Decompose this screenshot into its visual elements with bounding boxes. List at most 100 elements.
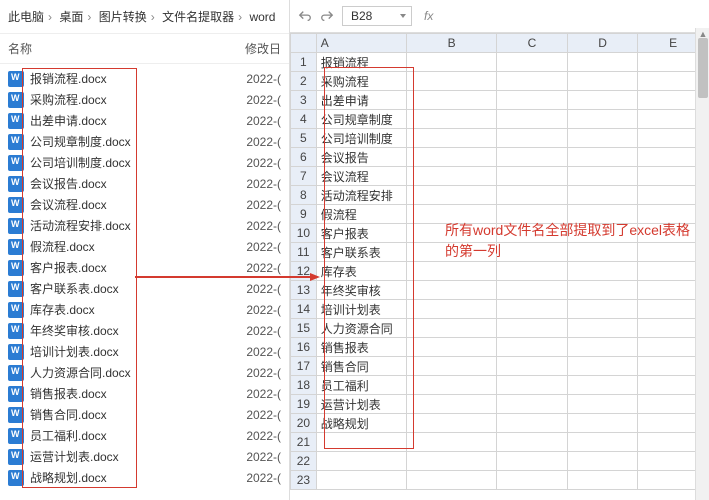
breadcrumb-item[interactable]: 文件名提取器 bbox=[162, 10, 234, 24]
cell[interactable] bbox=[407, 395, 497, 414]
cell[interactable]: 库存表 bbox=[316, 262, 406, 281]
cell[interactable] bbox=[497, 129, 568, 148]
cell[interactable] bbox=[407, 167, 497, 186]
cell[interactable] bbox=[407, 414, 497, 433]
row-header[interactable]: 3 bbox=[291, 91, 317, 110]
file-row[interactable]: 采购流程.docx2022-( bbox=[0, 89, 289, 110]
cell[interactable] bbox=[407, 224, 497, 243]
cell[interactable] bbox=[567, 91, 638, 110]
cell[interactable] bbox=[407, 53, 497, 72]
row-header[interactable]: 14 bbox=[291, 300, 317, 319]
cell[interactable] bbox=[567, 300, 638, 319]
cell[interactable] bbox=[497, 186, 568, 205]
row-header[interactable]: 8 bbox=[291, 186, 317, 205]
cell[interactable] bbox=[567, 205, 638, 224]
file-row[interactable]: 客户联系表.docx2022-( bbox=[0, 278, 289, 299]
cell[interactable] bbox=[497, 281, 568, 300]
header-name[interactable]: 名称 bbox=[8, 40, 241, 57]
row-header[interactable]: 9 bbox=[291, 205, 317, 224]
cell[interactable] bbox=[407, 262, 497, 281]
cell[interactable] bbox=[497, 376, 568, 395]
cell[interactable]: 客户报表 bbox=[316, 224, 406, 243]
cell[interactable]: 出差申请 bbox=[316, 91, 406, 110]
cell[interactable] bbox=[497, 414, 568, 433]
cell[interactable] bbox=[567, 72, 638, 91]
cell[interactable] bbox=[567, 452, 638, 471]
cell[interactable] bbox=[497, 433, 568, 452]
cell[interactable] bbox=[497, 300, 568, 319]
file-row[interactable]: 出差申请.docx2022-( bbox=[0, 110, 289, 131]
cell[interactable]: 采购流程 bbox=[316, 72, 406, 91]
cell[interactable] bbox=[567, 357, 638, 376]
file-row[interactable]: 客户报表.docx2022-( bbox=[0, 257, 289, 278]
cell[interactable] bbox=[497, 110, 568, 129]
cell[interactable] bbox=[567, 243, 638, 262]
cell[interactable] bbox=[316, 471, 406, 490]
breadcrumb[interactable]: 此电脑› 桌面› 图片转换› 文件名提取器› word bbox=[0, 0, 289, 34]
cell[interactable] bbox=[407, 281, 497, 300]
cell[interactable]: 年终奖审核 bbox=[316, 281, 406, 300]
cell[interactable] bbox=[497, 72, 568, 91]
cell[interactable] bbox=[567, 110, 638, 129]
row-header[interactable]: 21 bbox=[291, 433, 317, 452]
cell[interactable]: 公司规章制度 bbox=[316, 110, 406, 129]
cell[interactable] bbox=[316, 433, 406, 452]
cell[interactable] bbox=[407, 338, 497, 357]
grid[interactable]: ABCDE1报销流程2采购流程3出差申请4公司规章制度5公司培训制度6会议报告7… bbox=[290, 33, 709, 500]
file-row[interactable]: 人力资源合同.docx2022-( bbox=[0, 362, 289, 383]
file-row[interactable]: 报销流程.docx2022-( bbox=[0, 68, 289, 89]
cell[interactable] bbox=[567, 376, 638, 395]
cell[interactable]: 会议流程 bbox=[316, 167, 406, 186]
cell[interactable]: 活动流程安排 bbox=[316, 186, 406, 205]
cell[interactable] bbox=[567, 129, 638, 148]
cell[interactable] bbox=[407, 129, 497, 148]
row-header[interactable]: 22 bbox=[291, 452, 317, 471]
file-row[interactable]: 销售合同.docx2022-( bbox=[0, 404, 289, 425]
row-header[interactable]: 17 bbox=[291, 357, 317, 376]
column-header[interactable]: C bbox=[497, 34, 568, 53]
cell[interactable] bbox=[497, 262, 568, 281]
cell[interactable] bbox=[497, 91, 568, 110]
cell[interactable] bbox=[407, 357, 497, 376]
breadcrumb-item[interactable]: 桌面 bbox=[59, 10, 83, 24]
undo-icon[interactable] bbox=[298, 9, 312, 23]
cell[interactable] bbox=[497, 319, 568, 338]
cell[interactable] bbox=[567, 186, 638, 205]
cell[interactable] bbox=[497, 338, 568, 357]
row-header[interactable]: 5 bbox=[291, 129, 317, 148]
cell[interactable] bbox=[567, 471, 638, 490]
cell[interactable] bbox=[497, 167, 568, 186]
breadcrumb-item[interactable]: 图片转换 bbox=[99, 10, 147, 24]
cell[interactable] bbox=[407, 91, 497, 110]
file-row[interactable]: 销售报表.docx2022-( bbox=[0, 383, 289, 404]
cell[interactable] bbox=[407, 376, 497, 395]
cell[interactable] bbox=[407, 243, 497, 262]
file-row[interactable]: 会议报告.docx2022-( bbox=[0, 173, 289, 194]
cell[interactable]: 公司培训制度 bbox=[316, 129, 406, 148]
cell[interactable] bbox=[407, 205, 497, 224]
file-row[interactable]: 员工福利.docx2022-( bbox=[0, 425, 289, 446]
file-row[interactable]: 培训计划表.docx2022-( bbox=[0, 341, 289, 362]
cell[interactable] bbox=[497, 205, 568, 224]
cell[interactable]: 销售合同 bbox=[316, 357, 406, 376]
cell[interactable] bbox=[407, 300, 497, 319]
row-header[interactable]: 23 bbox=[291, 471, 317, 490]
cell[interactable] bbox=[497, 471, 568, 490]
cell[interactable] bbox=[497, 452, 568, 471]
column-header[interactable]: D bbox=[567, 34, 638, 53]
cell[interactable] bbox=[497, 395, 568, 414]
cell[interactable] bbox=[497, 53, 568, 72]
cell[interactable] bbox=[567, 319, 638, 338]
cell[interactable]: 报销流程 bbox=[316, 53, 406, 72]
cell[interactable] bbox=[407, 186, 497, 205]
cell[interactable]: 人力资源合同 bbox=[316, 319, 406, 338]
cell[interactable] bbox=[567, 53, 638, 72]
row-header[interactable]: 19 bbox=[291, 395, 317, 414]
cell[interactable] bbox=[567, 433, 638, 452]
cell[interactable] bbox=[407, 452, 497, 471]
cell[interactable] bbox=[567, 395, 638, 414]
cell[interactable]: 培训计划表 bbox=[316, 300, 406, 319]
file-row[interactable]: 假流程.docx2022-( bbox=[0, 236, 289, 257]
cell[interactable] bbox=[316, 452, 406, 471]
select-all-corner[interactable] bbox=[291, 34, 317, 53]
